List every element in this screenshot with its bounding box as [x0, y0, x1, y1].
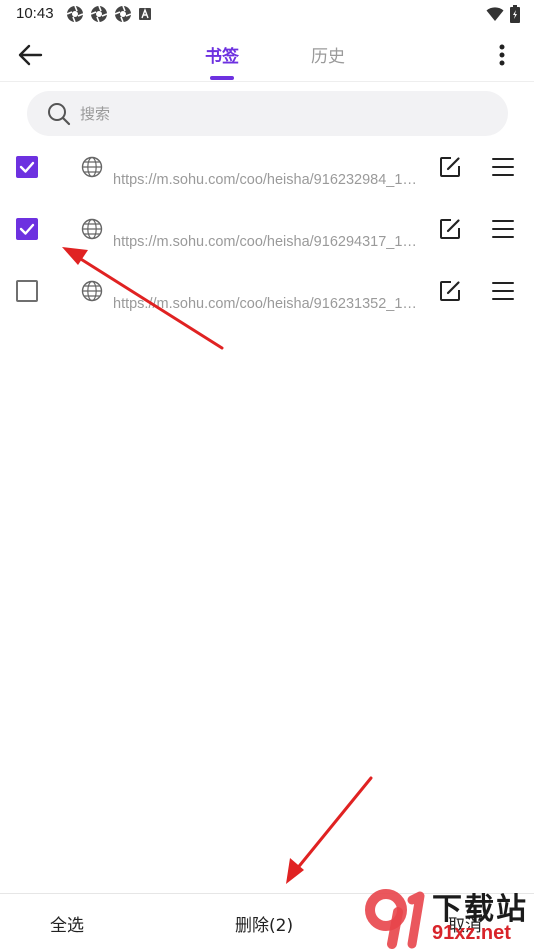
edit-icon[interactable]: [438, 155, 462, 179]
drag-handle-icon[interactable]: [491, 218, 515, 240]
row-checkbox-unchecked[interactable]: [16, 280, 38, 302]
search-bar[interactable]: [27, 91, 508, 136]
bookmark-url: https://m.sohu.com/coo/heisha/916294317_…: [113, 234, 419, 250]
select-all-button[interactable]: 全选: [50, 911, 84, 936]
watermark-logo: 下载站 91xz.net: [362, 882, 534, 950]
edit-icon[interactable]: [438, 217, 462, 241]
delete-button[interactable]: 删除(2): [235, 911, 293, 936]
more-options-button[interactable]: [492, 41, 512, 69]
bookmark-list: https://m.sohu.com/coo/heisha/916232984_…: [0, 136, 534, 322]
watermark-91-logo: [365, 889, 425, 949]
camera-aperture-icon: [90, 5, 108, 23]
app-bar: 书签 历史: [0, 28, 534, 82]
edit-icon[interactable]: [438, 279, 462, 303]
camera-aperture-icon: [114, 5, 132, 23]
search-icon: [47, 102, 71, 126]
watermark-text-bottom: 91xz.net: [432, 922, 511, 944]
globe-icon: [81, 156, 103, 178]
globe-icon: [81, 280, 103, 302]
row-checkbox-checked[interactable]: [16, 218, 38, 240]
more-vertical-icon: [499, 44, 505, 66]
app-a-icon: [139, 8, 151, 20]
status-notification-icons: [66, 5, 152, 23]
checkmark-icon: [19, 223, 35, 235]
bookmark-url: https://m.sohu.com/coo/heisha/916232984_…: [113, 172, 419, 188]
globe-icon: [81, 218, 103, 240]
status-bar: 10:43: [0, 0, 534, 28]
drag-handle-icon[interactable]: [491, 156, 515, 178]
wifi-icon: [486, 7, 504, 21]
row-checkbox-checked[interactable]: [16, 156, 38, 178]
bookmark-url: https://m.sohu.com/coo/heisha/916231352_…: [113, 296, 419, 312]
active-tab-indicator: [210, 76, 234, 80]
status-time: 10:43: [16, 5, 54, 22]
tab-history[interactable]: 历史: [311, 42, 345, 67]
drag-handle-icon[interactable]: [491, 280, 515, 302]
checkmark-icon: [19, 161, 35, 173]
list-item[interactable]: https://m.sohu.com/coo/heisha/916294317_…: [0, 198, 534, 260]
list-item[interactable]: https://m.sohu.com/coo/heisha/916231352_…: [0, 260, 534, 322]
list-item[interactable]: https://m.sohu.com/coo/heisha/916232984_…: [0, 136, 534, 198]
annotation-arrow-delete: [286, 776, 373, 884]
status-system-icons: [486, 5, 520, 23]
camera-aperture-icon: [66, 5, 84, 23]
tab-bar: 书签 历史: [0, 28, 534, 82]
search-input[interactable]: [80, 104, 460, 123]
battery-icon: [510, 5, 520, 23]
tab-bookmarks[interactable]: 书签: [205, 42, 239, 67]
